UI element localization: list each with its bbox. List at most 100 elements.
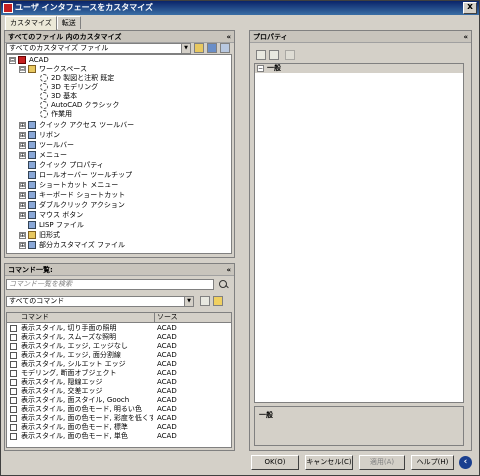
table-row[interactable]: 表示スタイル, シルエット エッジ ACAD <box>7 360 231 369</box>
tree-item-workspace-2d[interactable]: 2D 製図と注釈 既定 <box>40 74 114 83</box>
save-icon[interactable] <box>207 43 217 53</box>
file-filter-select[interactable]: すべてのカスタマイズ ファイル ▼ <box>6 43 191 54</box>
tree-item-toolbars[interactable]: ⊞ ツールバー <box>19 141 74 150</box>
command-icon <box>10 361 17 368</box>
tree-expander[interactable]: ⊞ <box>19 241 26 249</box>
collapse-chevron-icon[interactable]: « <box>226 264 231 276</box>
alphabetical-icon[interactable] <box>269 50 279 60</box>
open-file-icon[interactable] <box>194 43 204 53</box>
property-pages-icon[interactable] <box>285 50 295 60</box>
chevron-down-icon[interactable]: ▼ <box>184 297 193 306</box>
window-title: ユーザ インタフェースをカスタマイズ <box>15 3 153 12</box>
gear-icon <box>40 92 48 100</box>
command-list-header: コマンド一覧: « <box>5 264 234 276</box>
table-row[interactable]: 表示スタイル, 面の色モード, 彩度を低くす ACAD <box>7 414 231 423</box>
apply-button[interactable]: 適用(A) <box>359 455 405 470</box>
tree-item-mouse-buttons[interactable]: ⊞ マウス ボタン <box>19 211 83 220</box>
command-icon <box>10 352 17 359</box>
table-row[interactable]: モデリング, 断面オブジェクト ACAD <box>7 369 231 378</box>
property-description: 一般 <box>254 406 464 446</box>
tree-item-shortcut-menus[interactable]: ⊞ ショートカット メニュー <box>19 181 118 190</box>
command-icon <box>10 379 17 386</box>
table-row[interactable]: 表示スタイル, エッジ, 面分割線 ACAD <box>7 351 231 360</box>
tab-customize[interactable]: カスタマイズ <box>5 16 57 30</box>
tree-expander[interactable]: ⊞ <box>19 201 26 209</box>
mouse-icon <box>28 211 36 219</box>
table-row[interactable]: 表示スタイル, 交差エッジ ACAD <box>7 387 231 396</box>
command-filter-select[interactable]: すべてのコマンド ▼ <box>6 296 194 307</box>
tree-item-partial-cui[interactable]: ⊞ 部分カスタマイズ ファイル <box>19 241 125 250</box>
search-icon[interactable] <box>218 279 229 290</box>
table-row[interactable]: 表示スタイル, 隠線エッジ ACAD <box>7 378 231 387</box>
table-row[interactable]: 表示スタイル, エッジ, エッジなし ACAD <box>7 342 231 351</box>
new-command-icon[interactable] <box>213 296 223 306</box>
tree-expander[interactable]: ⊞ <box>19 151 26 159</box>
tooltip-icon <box>28 171 36 179</box>
tree-item-quick-properties[interactable]: クイック プロパティ <box>28 161 104 170</box>
cancel-button[interactable]: キャンセル(C) <box>305 455 353 470</box>
table-row[interactable]: 表示スタイル, スムーズな照明 ACAD <box>7 333 231 342</box>
tree-item-acad[interactable]: ⊟ ACAD <box>9 56 49 65</box>
tree-item-keyboard-shortcuts[interactable]: ⊞ キーボード ショートカット <box>19 191 125 200</box>
ok-button[interactable]: OK(O) <box>251 455 299 470</box>
tree-expander[interactable]: ⊞ <box>19 141 26 149</box>
lisp-icon <box>28 221 36 229</box>
chevron-down-icon[interactable]: ▼ <box>181 44 190 53</box>
table-row[interactable]: 表示スタイル, 面スタイル, Gooch ACAD <box>7 396 231 405</box>
tree-item-workspace-3d-modeling[interactable]: 3D モデリング <box>40 83 98 92</box>
table-row[interactable]: 表示スタイル, 面の色モード, 単色 ACAD <box>7 432 231 441</box>
gear-icon <box>40 74 48 82</box>
tree-expander[interactable]: ⊞ <box>19 121 26 129</box>
keyboard-icon <box>28 191 36 199</box>
tree-item-workspaces[interactable]: ⊟ ワークスペース <box>19 65 87 74</box>
menu-icon <box>28 151 36 159</box>
table-row[interactable]: 表示スタイル, 面の色モード, 明るい色 ACAD <box>7 405 231 414</box>
help-button[interactable]: ヘルプ(H) <box>411 455 454 470</box>
gear-icon <box>40 110 48 118</box>
property-category[interactable]: − 一般 <box>255 64 463 73</box>
tree-expander[interactable]: ⊟ <box>19 65 26 73</box>
help-arrow-icon[interactable]: ‹ <box>459 456 472 469</box>
tree-item-rollover-tooltips[interactable]: ロールオーバー ツールチップ <box>28 171 132 180</box>
table-row[interactable]: 表示スタイル, 面の色モード, 標準 ACAD <box>7 423 231 432</box>
load-partial-icon[interactable] <box>220 43 230 53</box>
column-source[interactable]: ソース <box>155 313 231 323</box>
tree-item-quick-access-toolbar[interactable]: ⊞ クイック アクセス ツールバー <box>19 121 134 130</box>
command-icon <box>10 397 17 404</box>
file-icon <box>28 241 36 249</box>
tree-item-ribbon[interactable]: ⊞ リボン <box>19 131 60 140</box>
tree-item-workspace-3d-basic[interactable]: 3D 基本 <box>40 92 77 101</box>
title-bar[interactable]: ユーザ インタフェースをカスタマイズ x <box>1 1 479 15</box>
tree-item-lisp-files[interactable]: LISP ファイル <box>28 221 84 230</box>
property-grid[interactable]: − 一般 <box>254 63 464 403</box>
tree-item-legacy[interactable]: ⊞ 旧形式 <box>19 231 60 240</box>
command-icon <box>10 424 17 431</box>
command-list[interactable]: コマンド ソース 表示スタイル, 切り手面の照明 ACAD 表示スタイル, スムー… <box>6 312 232 448</box>
find-replace-icon[interactable] <box>200 296 210 306</box>
tree-expander[interactable]: ⊟ <box>9 56 16 64</box>
tree-item-menus[interactable]: ⊞ メニュー <box>19 151 67 160</box>
tab-transfer[interactable]: 転送 <box>56 16 81 29</box>
categorized-icon[interactable] <box>256 50 266 60</box>
collapse-chevron-icon[interactable]: « <box>226 31 231 43</box>
command-icon <box>10 406 17 413</box>
command-search-input[interactable]: コマンド一覧を検索 <box>6 279 214 290</box>
tree-item-double-click-actions[interactable]: ⊞ ダブルクリック アクション <box>19 201 125 210</box>
command-icon <box>10 433 17 440</box>
tree-expander[interactable]: ⊞ <box>19 231 26 239</box>
folder-icon <box>28 231 36 239</box>
table-row[interactable]: 表示スタイル, 切り手面の照明 ACAD <box>7 324 231 333</box>
tree-expander[interactable]: ⊞ <box>19 191 26 199</box>
collapse-chevron-icon[interactable]: « <box>463 31 468 43</box>
column-command[interactable]: コマンド <box>7 313 155 323</box>
close-button[interactable]: x <box>463 2 477 14</box>
customization-tree[interactable]: ⊟ ACAD ⊟ ワークスペース 2D 製図と注釈 既定 3D モデリング 3D 基… <box>6 54 232 254</box>
acad-icon <box>18 56 26 64</box>
tree-item-workspace-working[interactable]: 作業用 <box>40 110 72 119</box>
collapse-icon[interactable]: − <box>257 65 264 72</box>
customizations-header: すべてのファイル 内のカスタマイズ « <box>5 31 234 43</box>
tree-expander[interactable]: ⊞ <box>19 181 26 189</box>
tree-item-workspace-classic[interactable]: AutoCAD クラシック <box>40 101 119 110</box>
tree-expander[interactable]: ⊞ <box>19 211 26 219</box>
tree-expander[interactable]: ⊞ <box>19 131 26 139</box>
